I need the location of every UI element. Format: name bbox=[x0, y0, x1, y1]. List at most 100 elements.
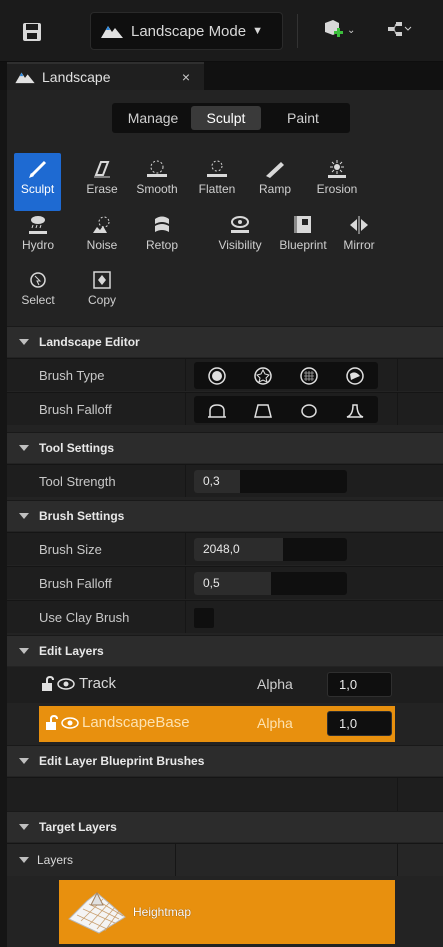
tool-label: Ramp bbox=[258, 182, 291, 196]
section-brush-settings[interactable]: Brush Settings bbox=[7, 500, 443, 531]
section-title: Tool Settings bbox=[39, 441, 115, 455]
tool-label: Smooth bbox=[136, 182, 178, 196]
use-clay-brush-checkbox[interactable] bbox=[194, 608, 214, 628]
blueprint-graph-icon bbox=[388, 22, 412, 36]
use-clay-brush-label: Use Clay Brush bbox=[39, 610, 130, 625]
layers-subsection[interactable]: Layers bbox=[7, 843, 443, 876]
brush-size-value: 2048,0 bbox=[203, 542, 240, 556]
section-title: Edit Layers bbox=[39, 644, 104, 658]
unlock-icon[interactable] bbox=[45, 715, 59, 731]
visibility-icon bbox=[231, 216, 249, 233]
close-icon[interactable]: × bbox=[182, 69, 190, 85]
smooth-falloff-button[interactable] bbox=[198, 396, 236, 423]
top-toolbar: Landscape Mode ▼ ⌄ bbox=[0, 0, 443, 62]
pattern-brush-button[interactable] bbox=[290, 362, 328, 389]
sculpt-brush-icon bbox=[28, 160, 46, 178]
circle-brush-button[interactable] bbox=[198, 362, 236, 389]
tool-smooth[interactable]: Smooth bbox=[127, 153, 187, 211]
spherical-falloff-button[interactable] bbox=[290, 396, 328, 423]
column-divider bbox=[185, 393, 186, 425]
collapse-arrow-icon bbox=[19, 339, 29, 345]
tool-label: Erase bbox=[86, 182, 118, 196]
component-brush-button[interactable] bbox=[336, 362, 374, 389]
section-title: Target Layers bbox=[39, 820, 117, 834]
section-landscape-editor[interactable]: Landscape Editor bbox=[7, 326, 443, 357]
mode-sculpt-button[interactable]: Sculpt bbox=[191, 106, 261, 130]
flatten-icon bbox=[207, 160, 227, 177]
section-edit-layers[interactable]: Edit Layers bbox=[7, 635, 443, 666]
column-divider bbox=[185, 567, 186, 599]
tool-mirror[interactable]: Mirror bbox=[333, 209, 385, 267]
tool-label: Copy bbox=[87, 293, 116, 307]
tool-flatten[interactable]: Flatten bbox=[189, 153, 245, 211]
alpha-label: Alpha bbox=[257, 715, 293, 731]
column-divider bbox=[397, 844, 398, 876]
tool-label: Retop bbox=[145, 238, 179, 252]
tool-select[interactable]: Select bbox=[13, 264, 63, 322]
collapse-arrow-icon bbox=[19, 824, 29, 830]
tool-ramp[interactable]: Ramp bbox=[247, 153, 303, 211]
linear-falloff-button[interactable] bbox=[244, 396, 282, 423]
section-edit-layer-blueprint-brushes[interactable]: Edit Layer Blueprint Brushes bbox=[7, 745, 443, 776]
tool-copy[interactable]: Copy bbox=[77, 264, 127, 322]
mode-paint-button[interactable]: Paint bbox=[261, 106, 345, 130]
edit-layer-landscapebase[interactable]: LandscapeBase Alpha 1,0 bbox=[39, 706, 395, 742]
heightmap-layer[interactable]: Heightmap bbox=[59, 880, 395, 944]
brush-size-field[interactable]: 2048,0 bbox=[194, 538, 347, 561]
tool-label: Flatten bbox=[198, 182, 236, 196]
tool-retop[interactable]: Retop bbox=[137, 209, 187, 267]
tool-label: Sculpt bbox=[20, 182, 55, 196]
tool-label: Noise bbox=[86, 238, 118, 252]
unlock-icon[interactable] bbox=[41, 676, 55, 692]
brush-type-row: Brush Type bbox=[7, 358, 443, 391]
section-target-layers[interactable]: Target Layers bbox=[7, 811, 443, 842]
brush-falloff-shape-row: Brush Falloff bbox=[7, 392, 443, 425]
alpha-field[interactable]: 1,0 bbox=[327, 672, 392, 697]
tool-sculpt[interactable]: Sculpt bbox=[14, 153, 61, 211]
tip-falloff-button[interactable] bbox=[336, 396, 374, 423]
column-divider bbox=[185, 533, 186, 565]
tool-strength-row: Tool Strength 0,3 bbox=[7, 464, 443, 497]
tool-blueprint[interactable]: Blueprint bbox=[275, 209, 331, 267]
brush-size-label: Brush Size bbox=[39, 542, 102, 557]
edit-layer-track[interactable]: Track Alpha 1,0 bbox=[7, 667, 443, 703]
blueprint-graph-button[interactable] bbox=[388, 20, 412, 38]
erase-icon bbox=[94, 161, 110, 178]
alpha-field[interactable]: 1,0 bbox=[327, 711, 392, 736]
eye-icon[interactable] bbox=[61, 717, 79, 729]
pattern-brush-icon bbox=[300, 366, 318, 385]
alpha-brush-button[interactable] bbox=[244, 362, 282, 389]
tool-label: Erosion bbox=[316, 182, 358, 196]
tool-erosion[interactable]: Erosion bbox=[307, 153, 367, 211]
mode-manage-button[interactable]: Manage bbox=[115, 106, 191, 130]
smooth-icon bbox=[147, 160, 167, 177]
brush-type-selector bbox=[194, 362, 378, 389]
tool-hydro[interactable]: Hydro bbox=[13, 209, 63, 267]
eye-icon[interactable] bbox=[57, 678, 75, 690]
tool-strength-label: Tool Strength bbox=[39, 474, 116, 489]
mode-dropdown[interactable]: Landscape Mode ▼ bbox=[90, 12, 283, 50]
ramp-icon bbox=[266, 162, 284, 178]
column-divider bbox=[397, 393, 398, 425]
section-tool-settings[interactable]: Tool Settings bbox=[7, 432, 443, 463]
landscape-icon bbox=[101, 26, 123, 38]
tool-visibility[interactable]: Visibility bbox=[205, 209, 275, 267]
save-icon[interactable] bbox=[22, 22, 42, 42]
mode-selector: Manage Sculpt Paint bbox=[112, 103, 350, 133]
brush-falloff-field[interactable]: 0,5 bbox=[194, 572, 347, 595]
alpha-brush-icon bbox=[254, 366, 272, 385]
tab-landscape[interactable]: Landscape × bbox=[7, 62, 204, 90]
mirror-icon bbox=[350, 216, 368, 234]
section-title: Landscape Editor bbox=[39, 335, 140, 349]
alpha-label: Alpha bbox=[257, 676, 293, 692]
section-title: Brush Settings bbox=[39, 509, 125, 523]
tool-noise[interactable]: Noise bbox=[77, 209, 127, 267]
column-divider bbox=[397, 359, 398, 391]
tab-bar: Landscape × bbox=[0, 62, 443, 90]
tool-strength-field[interactable]: 0,3 bbox=[194, 470, 347, 493]
add-actor-button[interactable]: ⌄ bbox=[322, 20, 355, 40]
spherical-falloff-icon bbox=[301, 403, 317, 418]
landscape-panel: Manage Sculpt Paint Sculpt Erase Smooth … bbox=[7, 90, 443, 947]
tool-erase[interactable]: Erase bbox=[77, 153, 127, 211]
add-actor-icon bbox=[325, 20, 343, 37]
